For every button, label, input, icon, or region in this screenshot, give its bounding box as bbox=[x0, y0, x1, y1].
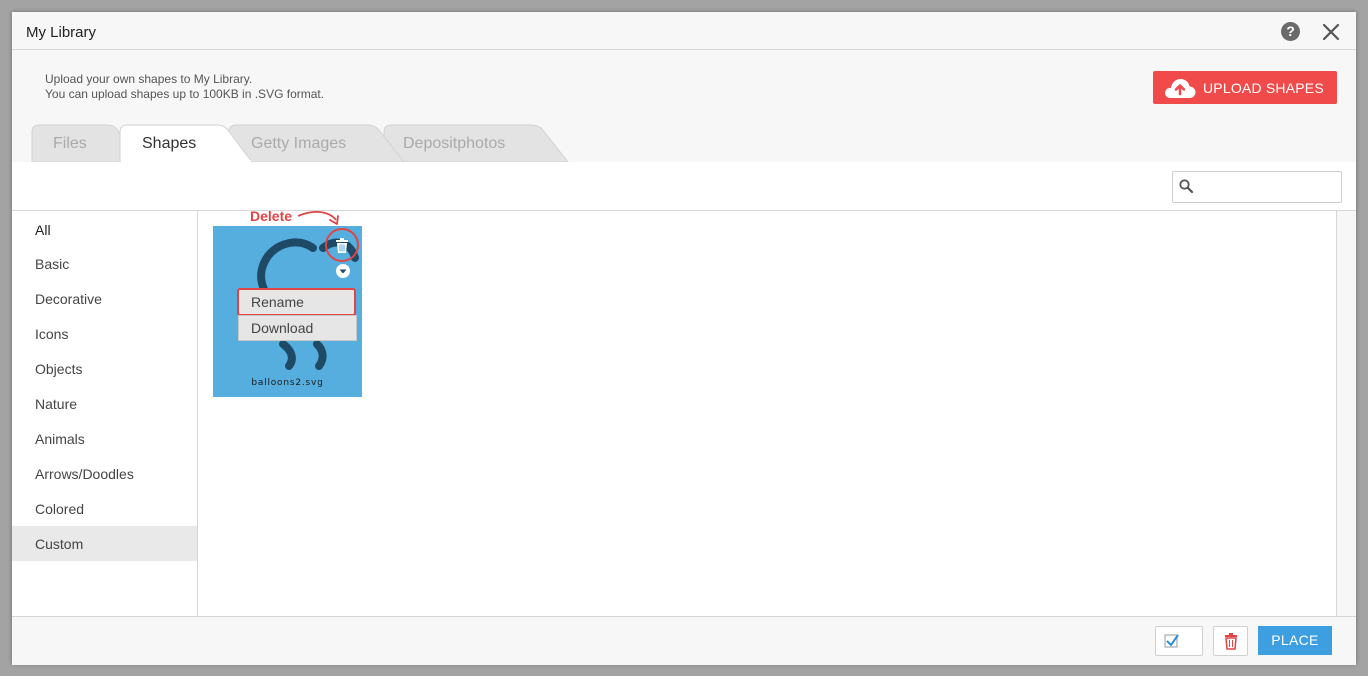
rename-label: Rename bbox=[251, 294, 304, 310]
tab-bar: Files Shapes Getty Images Depositphotos bbox=[12, 124, 1356, 162]
category-label: Decorative bbox=[35, 291, 102, 307]
dialog-title: My Library bbox=[26, 24, 97, 41]
search-bar bbox=[12, 162, 1356, 211]
category-label: Icons bbox=[35, 326, 69, 342]
annotation-arrow-icon bbox=[297, 211, 339, 225]
place-button[interactable]: PLACE bbox=[1258, 626, 1332, 655]
search-icon bbox=[1179, 179, 1194, 194]
category-sidebar: All Basic Decorative Icons Objects Natur… bbox=[12, 211, 198, 616]
my-library-dialog: My Library ? Upload your own shapes to M… bbox=[12, 12, 1356, 665]
category-colored[interactable]: Colored bbox=[12, 491, 197, 526]
upload-shapes-label: UPLOAD SHAPES bbox=[1203, 80, 1324, 96]
category-decorative[interactable]: Decorative bbox=[12, 281, 197, 316]
category-label: Nature bbox=[35, 396, 78, 412]
close-icon[interactable] bbox=[1321, 22, 1341, 42]
tile-dropdown-icon[interactable] bbox=[334, 262, 352, 280]
rename-menu-item[interactable]: Rename bbox=[237, 288, 356, 316]
select-all-button[interactable] bbox=[1155, 626, 1203, 656]
tab-depositphotos[interactable]: Depositphotos bbox=[403, 135, 505, 153]
tab-getty-images[interactable]: Getty Images bbox=[251, 135, 346, 153]
category-arrows-doodles[interactable]: Arrows/Doodles bbox=[12, 456, 197, 491]
category-basic[interactable]: Basic bbox=[12, 246, 197, 281]
download-label: Download bbox=[251, 320, 314, 336]
upload-shapes-button[interactable]: UPLOAD SHAPES bbox=[1153, 71, 1337, 104]
download-menu-item[interactable]: Download bbox=[238, 315, 357, 341]
category-nature[interactable]: Nature bbox=[12, 386, 197, 421]
category-icons[interactable]: Icons bbox=[12, 316, 197, 351]
trash-icon bbox=[1225, 633, 1237, 650]
category-custom[interactable]: Custom bbox=[12, 526, 197, 561]
delete-annotation: Delete bbox=[250, 208, 293, 224]
category-label: All bbox=[35, 222, 51, 238]
upload-info: Upload your own shapes to My Library. Yo… bbox=[45, 72, 324, 102]
title-bar: My Library ? bbox=[12, 12, 1356, 50]
search-input[interactable] bbox=[1172, 171, 1342, 203]
upload-info-line-1: Upload your own shapes to My Library. bbox=[45, 72, 253, 86]
help-icon[interactable]: ? bbox=[1281, 22, 1300, 41]
category-label: Basic bbox=[35, 256, 70, 272]
shapes-grid bbox=[198, 211, 1337, 616]
tab-files[interactable]: Files bbox=[53, 135, 87, 153]
cloud-upload-icon bbox=[1165, 79, 1196, 98]
category-all[interactable]: All bbox=[12, 212, 197, 247]
category-label: Animals bbox=[35, 431, 85, 447]
tab-shapes[interactable]: Shapes bbox=[142, 135, 196, 153]
tab-shapes-bg bbox=[31, 124, 569, 162]
category-label: Arrows/Doodles bbox=[35, 466, 134, 482]
category-label: Colored bbox=[35, 501, 85, 517]
upload-info-line-2: You can upload shapes up to 100KB in .SV… bbox=[45, 87, 325, 101]
category-animals[interactable]: Animals bbox=[12, 421, 197, 456]
category-label: Objects bbox=[35, 361, 83, 377]
category-label: Custom bbox=[35, 536, 84, 552]
shape-filename: balloons2.svg bbox=[251, 378, 324, 388]
checkbox-icon bbox=[1164, 634, 1179, 648]
category-objects[interactable]: Objects bbox=[12, 351, 197, 386]
delete-button[interactable] bbox=[1213, 626, 1248, 656]
